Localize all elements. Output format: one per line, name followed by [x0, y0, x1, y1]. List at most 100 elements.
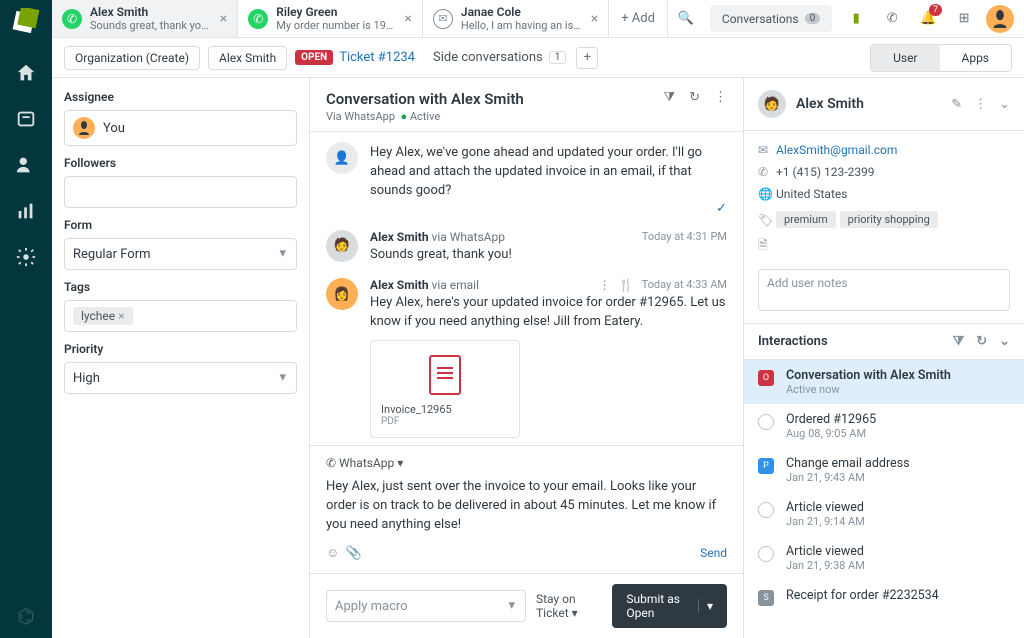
- user-notes[interactable]: Add user notes: [758, 269, 1010, 311]
- composer: ✆ WhatsApp ▾ Hey Alex, just sent over th…: [310, 445, 743, 573]
- message: 👤 Hey Alex, we've gone ahead and updated…: [326, 142, 727, 216]
- interaction-title: Article viewed: [786, 544, 865, 559]
- status-marker: [758, 546, 774, 562]
- stay-on-ticket[interactable]: Stay on Ticket ▾: [536, 592, 602, 620]
- message-time: Today at 4:31 PM: [642, 230, 727, 243]
- tab-sub: Sounds great, thank you!: [90, 19, 210, 32]
- chat-icon[interactable]: ▮: [838, 0, 874, 37]
- tab-janae[interactable]: ✉ Janae ColeHello, I am having an is... …: [423, 0, 609, 37]
- more-icon[interactable]: ⋮: [714, 90, 727, 105]
- tab-title: Alex Smith: [90, 5, 210, 19]
- filter-icon[interactable]: ⧩: [953, 334, 965, 349]
- conversation-header: Conversation with Alex Smith Via WhatsAp…: [310, 78, 743, 132]
- add-side-conv[interactable]: +: [576, 47, 598, 69]
- settings-icon[interactable]: [15, 246, 37, 268]
- zendesk-logo: [12, 8, 40, 36]
- seg-user[interactable]: User: [871, 45, 939, 71]
- macro-select[interactable]: Apply macro: [326, 590, 526, 622]
- form-value: Regular Form: [73, 247, 151, 262]
- message: 🧑 Alex Smith via WhatsAppToday at 4:31 P…: [326, 230, 727, 265]
- tab-bar: ✆ Alex SmithSounds great, thank you! × ✆…: [52, 0, 1024, 38]
- followers-field[interactable]: [64, 176, 297, 208]
- interaction-item[interactable]: Article viewedJan 21, 9:38 AM: [744, 536, 1024, 580]
- phone-icon[interactable]: ✆: [874, 0, 910, 37]
- form-select[interactable]: Regular Form: [64, 238, 297, 270]
- users-icon[interactable]: [15, 154, 37, 176]
- priority-select[interactable]: High: [64, 362, 297, 394]
- edit-icon[interactable]: ✎: [951, 97, 962, 112]
- avatar-icon: [73, 117, 95, 139]
- conversation-title: Conversation with Alex Smith: [326, 90, 524, 108]
- interaction-item[interactable]: SReceipt for order #2232534: [744, 580, 1024, 614]
- send-button[interactable]: Send: [700, 546, 727, 560]
- chevron-down-icon[interactable]: ⌄: [999, 334, 1010, 349]
- emoji-icon[interactable]: ☺: [326, 545, 339, 561]
- avatar: 🧑: [758, 90, 786, 118]
- seg-apps[interactable]: Apps: [940, 45, 1012, 71]
- user-pill[interactable]: Alex Smith: [208, 46, 287, 70]
- tab-alex[interactable]: ✆ Alex SmithSounds great, thank you! ×: [52, 0, 238, 37]
- interaction-title: Article viewed: [786, 500, 865, 515]
- interaction-item[interactable]: PChange email addressJan 21, 9:43 AM: [744, 448, 1024, 492]
- tab-riley[interactable]: ✆ Riley GreenMy order number is 19... ×: [238, 0, 423, 37]
- bell-icon[interactable]: 🔔7: [910, 0, 946, 37]
- status-marker: O: [758, 370, 774, 386]
- close-icon[interactable]: ×: [220, 11, 227, 27]
- history-icon[interactable]: ↻: [689, 90, 700, 105]
- user-tag[interactable]: priority shopping: [840, 211, 938, 228]
- search-icon[interactable]: 🔍: [668, 0, 704, 37]
- message-text: Sounds great, thank you!: [370, 246, 727, 265]
- whatsapp-icon: ✆: [248, 9, 268, 29]
- interaction-item[interactable]: OConversation with Alex SmithActive now: [744, 360, 1024, 404]
- tickets-icon[interactable]: [15, 108, 37, 130]
- interaction-item[interactable]: Article viewedJan 21, 9:14 AM: [744, 492, 1024, 536]
- more-icon[interactable]: ⋮: [974, 97, 987, 112]
- close-icon[interactable]: ×: [404, 11, 411, 27]
- compose-text[interactable]: Hey Alex, just sent over the invoice to …: [326, 478, 727, 535]
- refresh-icon[interactable]: ↻: [976, 334, 987, 349]
- submit-button[interactable]: Submit as Open▾: [612, 584, 727, 628]
- tab-title: Janae Cole: [461, 5, 581, 19]
- conversations-button[interactable]: Conversations0: [710, 5, 832, 32]
- user-avatar[interactable]: [986, 5, 1014, 33]
- options-icon[interactable]: ⋮: [599, 278, 611, 292]
- home-icon[interactable]: [15, 62, 37, 84]
- org-pill[interactable]: Organization (Create): [64, 46, 200, 70]
- tab-title: Riley Green: [276, 5, 394, 19]
- attachment[interactable]: Invoice_12965 PDF: [370, 340, 520, 438]
- chevron-down-icon[interactable]: ▾: [698, 599, 713, 613]
- add-tab[interactable]: + Add: [609, 0, 668, 37]
- side-conversations[interactable]: Side conversations1: [433, 50, 566, 65]
- tag-chip[interactable]: lychee: [73, 307, 133, 325]
- message: 👩 Alex Smith via emailToday at 4:33 AM⋮🍴…: [326, 278, 727, 438]
- tag-icon: 🏷: [758, 213, 776, 227]
- side-count: 1: [549, 51, 567, 64]
- interaction-item[interactable]: Ordered #12965Aug 08, 9:05 AM: [744, 404, 1024, 448]
- close-icon[interactable]: ×: [591, 11, 598, 27]
- message-text: Hey Alex, we've gone ahead and updated y…: [370, 144, 727, 201]
- compose-channel[interactable]: ✆ WhatsApp ▾: [326, 456, 727, 470]
- avatar: 🧑: [326, 230, 358, 262]
- priority-value: High: [73, 371, 100, 386]
- assignee-label: Assignee: [64, 90, 297, 104]
- user-name: Alex Smith: [796, 96, 864, 112]
- interactions-header: Interactions ⧩↻⌄: [744, 324, 1024, 360]
- filter-icon[interactable]: ⧩: [663, 90, 675, 105]
- user-header: 🧑 Alex Smith ✎ ⋮ ⌄: [744, 78, 1024, 131]
- user-email[interactable]: ✉AlexSmith@gmail.com: [758, 139, 1010, 161]
- chevron-down-icon[interactable]: ⌄: [999, 97, 1010, 112]
- delivered-icon: ✓: [716, 201, 727, 216]
- form-label: Form: [64, 218, 297, 232]
- ticket-properties: Assignee You Followers Form Regular Form…: [52, 78, 310, 638]
- ticket-link[interactable]: Ticket #1234: [339, 50, 415, 65]
- tags-field[interactable]: lychee: [64, 300, 297, 332]
- utensils-icon: 🍴: [619, 278, 634, 292]
- assignee-field[interactable]: You: [64, 110, 297, 146]
- user-tag[interactable]: premium: [776, 211, 836, 228]
- reports-icon[interactable]: [15, 200, 37, 222]
- attach-icon[interactable]: 📎: [346, 546, 362, 561]
- tab-sub: My order number is 19...: [276, 19, 394, 32]
- columns: Assignee You Followers Form Regular Form…: [52, 78, 1024, 638]
- note-icon: 🗎: [758, 236, 776, 257]
- apps-grid-icon[interactable]: ⊞: [946, 0, 982, 37]
